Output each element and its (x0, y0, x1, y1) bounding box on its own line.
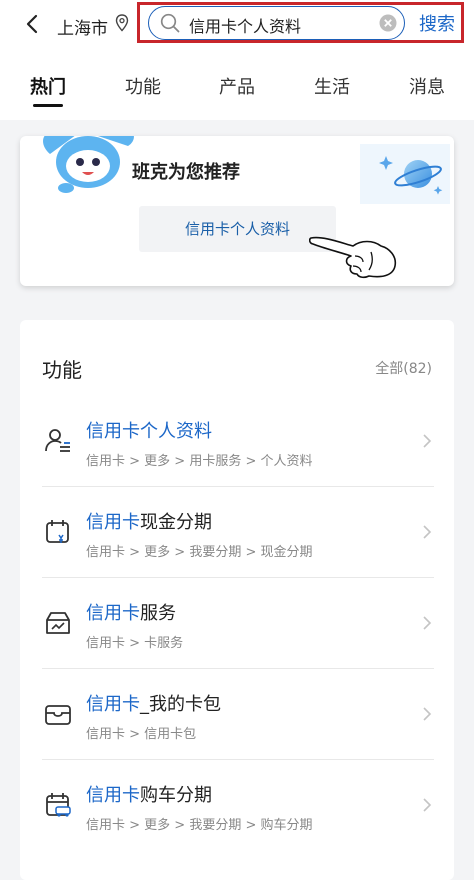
mascot-icon (43, 136, 134, 193)
list-item[interactable]: 信用卡个人资料 信用卡 > 更多 > 用卡服务 > 个人资料 (20, 397, 454, 487)
function-section: 功能 全部(82) 信用卡个人资料 信用卡 > 更多 > 用卡服务 > 个人资料… (20, 320, 454, 880)
search-icon (160, 13, 180, 33)
divider (42, 668, 434, 669)
recommend-chip-label: 信用卡个人资料 (184, 220, 290, 238)
list-item[interactable]: 信用卡购车分期 信用卡 > 更多 > 我要分期 > 购车分期 (20, 761, 454, 851)
tab-hot[interactable]: 热门 (30, 73, 66, 99)
chevron-right-icon (423, 798, 432, 812)
clear-icon[interactable] (379, 14, 397, 32)
user-card-icon (45, 429, 70, 452)
divider (42, 759, 434, 760)
category-tabs: 热门 功能 产品 生活 消息 (0, 48, 474, 120)
search-button[interactable]: 搜索 (419, 10, 455, 36)
list-item[interactable]: 信用卡服务 信用卡 > 卡服务 (20, 579, 454, 669)
item-title: 信用卡现金分期 (86, 512, 212, 533)
recommend-title: 班克为您推荐 (132, 162, 240, 183)
card-wallet-icon (45, 705, 71, 725)
view-all-link[interactable]: 全部(82) (375, 358, 432, 378)
tab-product[interactable]: 产品 (219, 73, 255, 99)
recommend-chip[interactable]: 信用卡个人资料 (139, 206, 336, 252)
item-path: 信用卡 > 更多 > 我要分期 > 现金分期 (86, 545, 313, 560)
tab-function[interactable]: 功能 (125, 73, 161, 99)
chevron-right-icon (423, 525, 432, 539)
pointing-hand-icon (309, 236, 397, 279)
calendar-yen-icon (46, 520, 69, 543)
item-path: 信用卡 > 卡服务 (86, 636, 184, 651)
active-tab-indicator (33, 104, 63, 107)
chevron-right-icon (423, 707, 432, 721)
service-box-icon (46, 612, 70, 634)
search-input-value[interactable]: 信用卡个人资料 (189, 13, 301, 37)
item-title: 信用卡服务 (86, 603, 176, 624)
chevron-right-icon (423, 616, 432, 630)
item-path: 信用卡 > 信用卡包 (86, 727, 197, 742)
chevron-right-icon (423, 434, 432, 448)
list-item[interactable]: 信用卡现金分期 信用卡 > 更多 > 我要分期 > 现金分期 (20, 488, 454, 578)
calendar-car-icon (46, 793, 71, 817)
search-input[interactable]: 信用卡个人资料 (148, 6, 405, 40)
back-arrow-icon[interactable] (22, 13, 44, 35)
tab-message[interactable]: 消息 (409, 73, 445, 99)
header-bar: 上海市 信用卡个人资料 搜索 (0, 0, 474, 48)
divider (42, 577, 434, 578)
planet-decoration-icon (360, 144, 450, 204)
item-title: 信用卡_我的卡包 (86, 694, 221, 715)
city-label[interactable]: 上海市 (57, 14, 108, 39)
recommendation-card: 班克为您推荐 信用卡个人资料 (20, 136, 454, 286)
list-item[interactable]: 信用卡_我的卡包 信用卡 > 信用卡包 (20, 670, 454, 760)
tab-life[interactable]: 生活 (314, 73, 350, 99)
item-title: 信用卡购车分期 (86, 785, 212, 806)
item-title: 信用卡个人资料 (86, 421, 212, 442)
item-path: 信用卡 > 更多 > 用卡服务 > 个人资料 (86, 454, 313, 469)
divider (42, 486, 434, 487)
location-pin-icon[interactable] (115, 14, 129, 32)
section-title: 功能 (42, 358, 82, 382)
item-path: 信用卡 > 更多 > 我要分期 > 购车分期 (86, 818, 313, 833)
